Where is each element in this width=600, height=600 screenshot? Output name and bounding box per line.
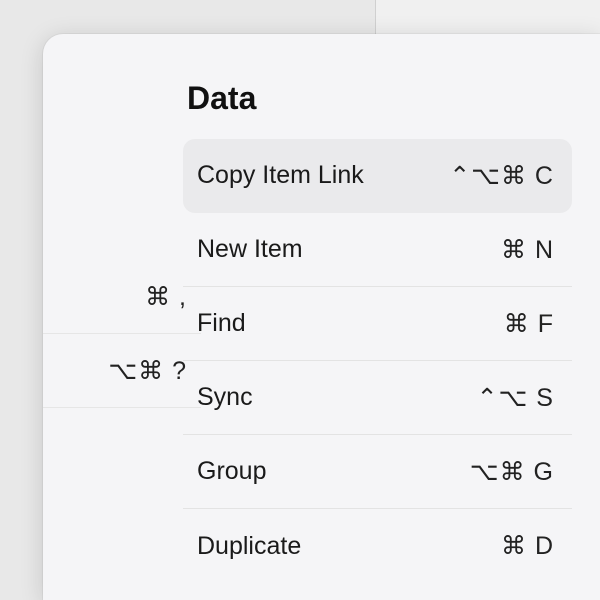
menu-item-label: Sync <box>197 383 253 412</box>
section-title: Data <box>183 80 572 117</box>
menu-list: Copy Item Link ⌃⌥⌘ C New Item ⌘ N Find ⌘… <box>183 139 572 583</box>
menu-item-shortcut: ⌥⌘ G <box>470 457 554 487</box>
left-shortcut-row[interactable]: ⌘ , <box>43 260 201 334</box>
menu-item-find[interactable]: Find ⌘ F <box>183 287 572 361</box>
shortcut-text: ⌥⌘ ? <box>108 356 187 386</box>
menu-item-shortcut: ⌘ N <box>501 235 554 265</box>
shortcuts-panel: ⌘ , ⌥⌘ ? Data Copy Item Link ⌃⌥⌘ C New I… <box>43 34 600 600</box>
menu-item-new-item[interactable]: New Item ⌘ N <box>183 213 572 287</box>
menu-item-label: Group <box>197 457 266 486</box>
menu-item-shortcut: ⌃⌥⌘ C <box>449 161 554 191</box>
menu-item-group[interactable]: Group ⌥⌘ G <box>183 435 572 509</box>
shortcut-text: ⌘ , <box>145 282 187 312</box>
left-shortcut-column: ⌘ , ⌥⌘ ? <box>43 164 201 408</box>
menu-item-label: Copy Item Link <box>197 161 364 190</box>
menu-item-label: Find <box>197 309 246 338</box>
menu-item-copy-item-link[interactable]: Copy Item Link ⌃⌥⌘ C <box>183 139 572 213</box>
left-shortcut-row[interactable]: ⌥⌘ ? <box>43 334 201 408</box>
menu-item-sync[interactable]: Sync ⌃⌥ S <box>183 361 572 435</box>
menu-item-label: Duplicate <box>197 532 301 561</box>
menu-item-shortcut: ⌘ F <box>504 309 554 339</box>
menu-item-shortcut: ⌘ D <box>501 531 554 561</box>
menu-item-label: New Item <box>197 235 303 264</box>
menu-item-shortcut: ⌃⌥ S <box>477 383 554 413</box>
menu-item-duplicate[interactable]: Duplicate ⌘ D <box>183 509 572 583</box>
